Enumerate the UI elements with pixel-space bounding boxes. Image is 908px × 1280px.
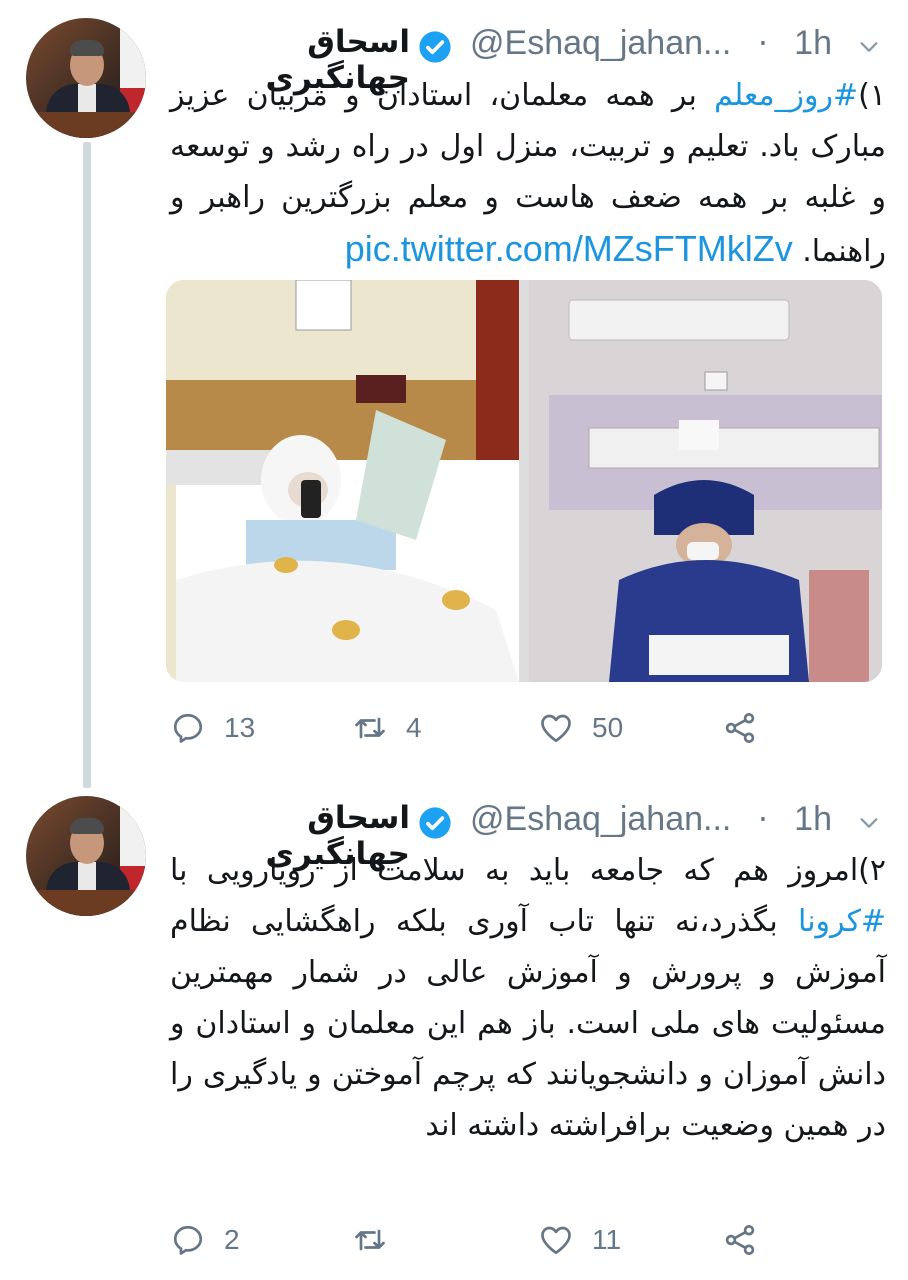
tweet-text: ۱)#روز_معلم بر همه معلمان، استادان و مرب… [170,70,886,277]
reply-button[interactable]: 13 [170,706,255,750]
hashtag-link[interactable]: #کرونا [798,904,886,939]
chevron-down-icon[interactable] [858,36,880,58]
share-button[interactable] [722,706,758,750]
share-icon [725,1225,755,1255]
like-button[interactable]: 11 [538,1218,621,1262]
hospital-bed-photo[interactable] [166,280,519,682]
avatar[interactable] [26,796,146,916]
reply-icon [173,1225,203,1255]
separator-dot: · [757,800,768,838]
retweet-button[interactable] [352,1218,406,1262]
reply-icon [173,713,203,743]
verified-badge-icon [419,807,451,839]
tweet-intro: ۲)امروز هم که جامعه باید به سلامت از روی… [170,853,886,888]
verified-badge-icon [419,31,451,63]
retweet-count: 4 [406,712,422,743]
tweet-number: ۱) [858,78,886,113]
reply-count: 13 [224,712,256,743]
avatar[interactable] [26,18,146,138]
user-handle[interactable]: @Eshaq_jahan... [470,800,731,839]
like-button[interactable]: 50 [538,706,623,750]
thread-connector-line [83,142,91,788]
reply-count: 2 [224,1224,240,1255]
separator-dot: · [757,24,768,62]
tweet-actions: 2 11 [170,1218,890,1262]
timestamp[interactable]: 1h [794,800,832,839]
share-button[interactable] [722,1218,758,1262]
like-count: 50 [592,712,624,743]
hashtag-link[interactable]: #روز_معلم [714,78,858,113]
chevron-down-icon[interactable] [858,812,880,834]
tweet-header: اسحاق جهانگیری @Eshaq_jahan... · 1h [170,800,890,872]
reply-button[interactable]: 2 [170,1218,240,1262]
hospital-patient-writing-photo[interactable] [529,280,882,682]
retweet-button[interactable]: 4 [352,706,422,750]
like-count: 11 [592,1224,622,1255]
heart-icon [541,714,571,743]
media-grid[interactable] [166,280,882,682]
user-handle[interactable]: @Eshaq_jahan... [470,24,731,63]
timestamp[interactable]: 1h [794,24,832,63]
heart-icon [541,1226,571,1255]
media-link[interactable]: pic.twitter.com/MZsFTMklZv [345,228,793,269]
share-icon [725,713,755,743]
retweet-icon [355,1229,385,1251]
tweet-body: بگذرد،نه تنها تاب آوری بلکه راهگشایی نظا… [170,904,886,1143]
retweet-icon [355,717,385,739]
tweet-header: اسحاق جهانگیری @Eshaq_jahan... · 1h [170,24,890,96]
tweet-text: ۲)امروز هم که جامعه باید به سلامت از روی… [170,845,886,1151]
tweet-actions: 13 4 50 [170,706,890,750]
